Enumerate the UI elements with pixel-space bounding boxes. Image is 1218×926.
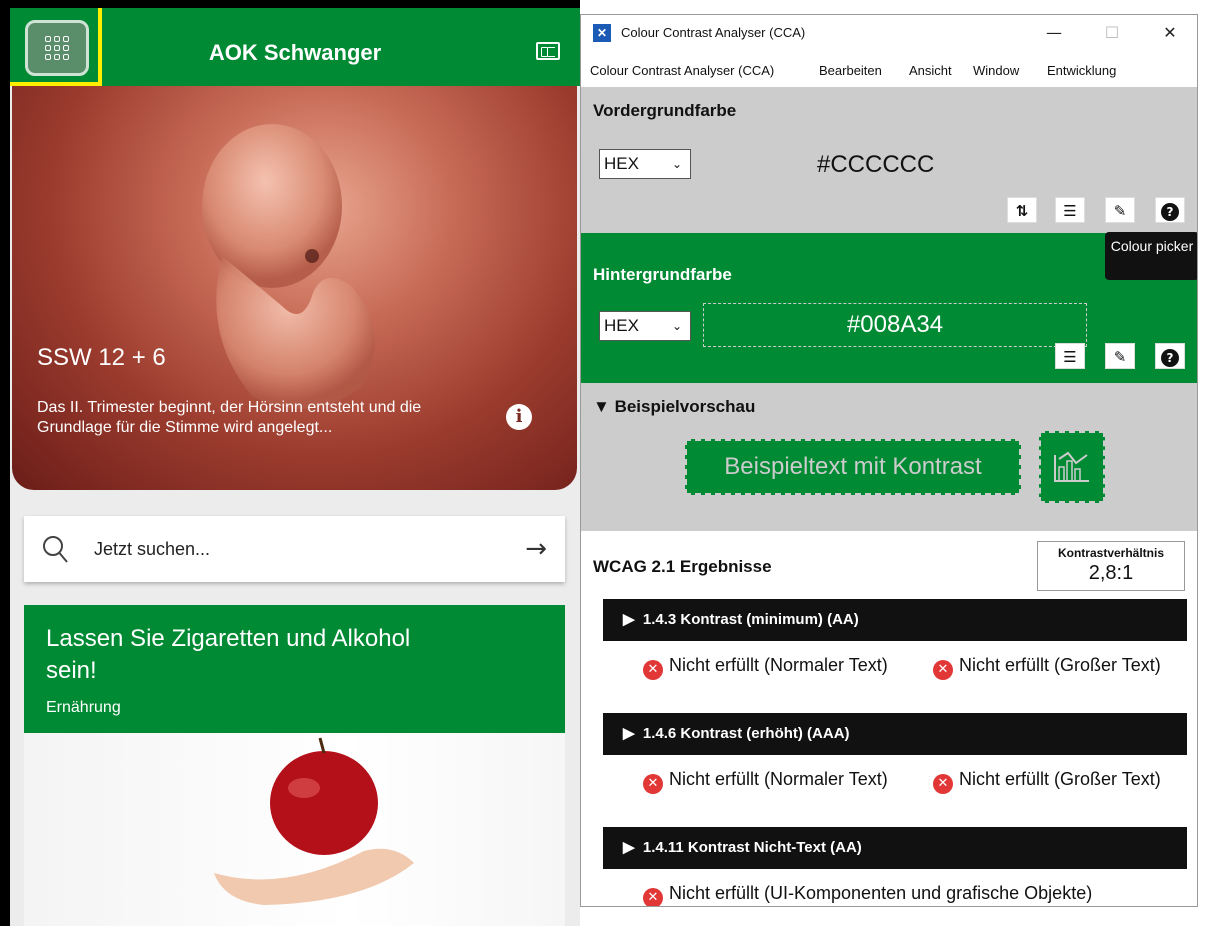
article-category: Ernährung bbox=[46, 699, 121, 716]
chevron-down-icon: ⌄ bbox=[671, 319, 682, 333]
contrast-ratio-box: Kontrastverhältnis 2,8:1 bbox=[1037, 541, 1185, 591]
menu-development[interactable]: Entwicklung bbox=[1047, 63, 1116, 78]
results-title: WCAG 2.1 Ergebnisse bbox=[593, 557, 772, 576]
article-title: Lassen Sie Zigaretten und Alkohol sein! bbox=[46, 625, 411, 684]
criterion-1-4-11[interactable]: ▶ 1.4.11 Kontrast Nicht-Text (AA) bbox=[603, 827, 1187, 869]
menu-edit[interactable]: Bearbeiten bbox=[819, 63, 882, 78]
result-normal-text: ✕ Nicht erfüllt (Normaler Text) bbox=[643, 769, 903, 794]
result-large-text: ✕ Nicht erfüllt (Großer Text) bbox=[933, 655, 1193, 680]
fail-icon: ✕ bbox=[933, 774, 953, 794]
search-icon bbox=[43, 536, 68, 563]
criterion-1-4-6[interactable]: ▶ 1.4.6 Kontrast (erhöht) (AAA) bbox=[603, 713, 1187, 755]
preview-title[interactable]: ▼ Beispielvorschau bbox=[593, 397, 755, 417]
colour-picker-icon[interactable]: ✎ bbox=[1105, 343, 1135, 369]
contrast-ratio-value: 2,8:1 bbox=[1088, 562, 1134, 584]
fail-icon: ✕ bbox=[643, 660, 663, 680]
background-format-select[interactable]: HEX ⌄ bbox=[599, 311, 691, 341]
pregnancy-week-card[interactable]: SSW 12 + 6 Das II. Trimester beginnt, de… bbox=[12, 86, 577, 490]
article-header: Lassen Sie Zigaretten und Alkohol sein! … bbox=[24, 605, 565, 733]
cca-logo-icon: ✕ bbox=[593, 24, 611, 42]
foreground-hex-value[interactable]: #CCCCCC bbox=[817, 151, 934, 179]
pregnancy-week: SSW 12 + 6 bbox=[37, 344, 166, 371]
criterion-1-4-3[interactable]: ▶ 1.4.3 Kontrast (minimum) (AA) bbox=[603, 599, 1187, 641]
insurance-card-icon[interactable] bbox=[536, 42, 560, 60]
menu-app[interactable]: Colour Contrast Analyser (CCA) bbox=[590, 63, 774, 78]
chevron-down-icon: ⌄ bbox=[671, 157, 682, 171]
menu-window[interactable]: Window bbox=[973, 63, 1019, 78]
search-bar[interactable]: Jetzt suchen... → bbox=[24, 516, 565, 582]
colour-picker-icon[interactable]: ✎ bbox=[1105, 197, 1135, 223]
menu-view[interactable]: Ansicht bbox=[909, 63, 952, 78]
fail-icon: ✕ bbox=[643, 774, 663, 794]
maximize-button[interactable]: ☐ bbox=[1097, 21, 1127, 45]
chart-icon[interactable] bbox=[1039, 431, 1105, 503]
arrow-right-icon[interactable]: → bbox=[525, 534, 547, 564]
aok-app-panel: AOK Schwanger SSW 12 + 6 Das II. Trimest… bbox=[0, 0, 580, 926]
background-hex-value[interactable]: #008A34 bbox=[703, 303, 1087, 347]
foreground-title: Vordergrundfarbe bbox=[593, 101, 737, 120]
week-description: Das II. Trimester beginnt, der Hörsinn e… bbox=[37, 399, 422, 436]
close-button[interactable]: ✕ bbox=[1155, 21, 1185, 45]
search-input[interactable]: Jetzt suchen... bbox=[94, 539, 210, 560]
preview-section: ▼ Beispielvorschau Beispieltext mit Kont… bbox=[581, 383, 1197, 531]
foreground-format-select[interactable]: HEX ⌄ bbox=[599, 149, 691, 179]
fail-icon: ✕ bbox=[933, 660, 953, 680]
colour-picker-tooltip: Colour picker bbox=[1105, 232, 1197, 280]
sample-text: Beispieltext mit Kontrast bbox=[685, 439, 1021, 495]
result-large-text: ✕ Nicht erfüllt (Großer Text) bbox=[933, 769, 1193, 794]
contrast-ratio-label: Kontrastverhältnis bbox=[1057, 546, 1165, 560]
cca-window: ✕ Colour Contrast Analyser (CCA) — ☐ ✕ C… bbox=[580, 14, 1198, 907]
window-title: Colour Contrast Analyser (CCA) bbox=[621, 25, 806, 40]
result-normal-text: ✕ Nicht erfüllt (Normaler Text) bbox=[643, 655, 903, 680]
fail-icon: ✕ bbox=[643, 888, 663, 906]
focus-highlight bbox=[6, 2, 102, 86]
adjust-sliders-icon[interactable]: ☰ bbox=[1055, 343, 1085, 369]
help-icon[interactable]: ? bbox=[1155, 343, 1185, 369]
result-ui-components: ✕ Nicht erfüllt (UI-Komponenten und grafi… bbox=[643, 883, 1193, 906]
article-card[interactable]: Lassen Sie Zigaretten und Alkohol sein! … bbox=[24, 605, 565, 926]
apple-image bbox=[24, 733, 565, 926]
background-title: Hintergrundfarbe bbox=[593, 265, 732, 284]
foreground-section: Vordergrundfarbe HEX ⌄ #CCCCCC ⇅ ☰ ✎ ? bbox=[581, 87, 1197, 233]
title-bar: ✕ Colour Contrast Analyser (CCA) — ☐ ✕ bbox=[581, 15, 1197, 51]
menu-bar: Colour Contrast Analyser (CCA) Bearbeite… bbox=[581, 51, 1197, 87]
results-section: WCAG 2.1 Ergebnisse Kontrastverhältnis 2… bbox=[581, 531, 1197, 906]
help-icon[interactable]: ? bbox=[1155, 197, 1185, 223]
adjust-sliders-icon[interactable]: ☰ bbox=[1055, 197, 1085, 223]
swap-colors-icon[interactable]: ⇅ bbox=[1007, 197, 1037, 223]
minimize-button[interactable]: — bbox=[1039, 21, 1069, 45]
info-icon[interactable]: i bbox=[506, 404, 532, 430]
embryo-image bbox=[202, 124, 375, 409]
